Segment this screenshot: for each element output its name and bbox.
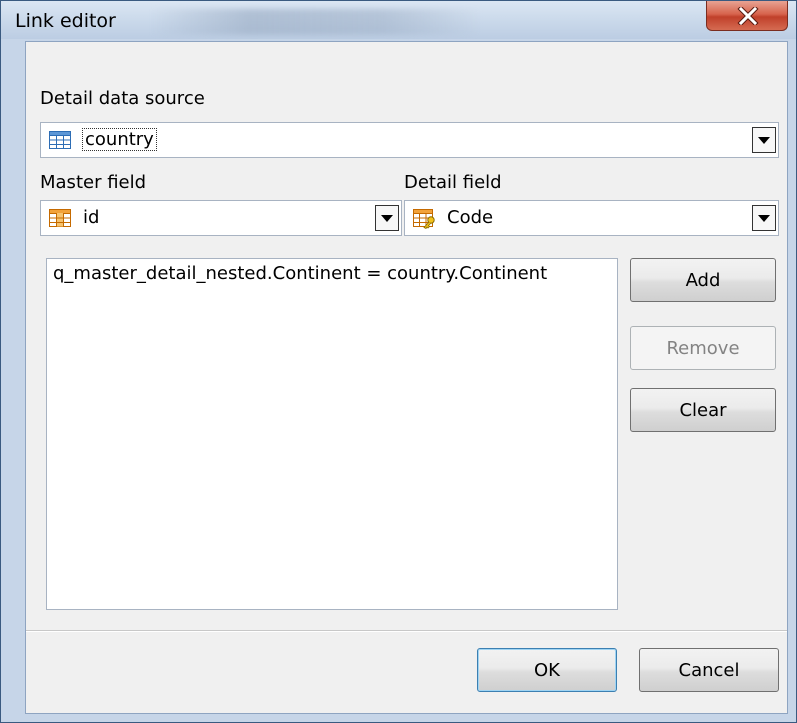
dialog-body: Detail data source country Master field [25,41,788,714]
footer-divider [26,630,787,631]
remove-button[interactable]: Remove [630,326,776,370]
chevron-down-icon [381,215,393,222]
detail-data-source-combobox[interactable]: country [40,122,779,158]
master-field-dropdown-button[interactable] [375,205,399,231]
window-title: Link editor [15,10,116,32]
detail-data-source-dropdown-button[interactable] [752,127,776,153]
detail-field-combobox[interactable]: Code [404,200,779,236]
link-editor-window: Link editor Detail data source country M… [0,0,797,723]
clear-button[interactable]: Clear [630,388,776,432]
add-button[interactable]: Add [630,258,776,302]
table-column-icon [49,209,71,232]
master-field-combobox[interactable]: id [40,200,402,236]
list-item[interactable]: q_master_detail_nested.Continent = count… [53,263,547,284]
cancel-button[interactable]: Cancel [639,648,779,692]
ok-button[interactable]: OK [477,648,617,692]
links-listbox[interactable]: q_master_detail_nested.Continent = count… [46,258,618,610]
detail-field-value: Code [447,207,494,228]
chevron-down-icon [758,137,770,144]
chevron-down-icon [758,215,770,222]
master-field-label: Master field [40,172,147,193]
detail-data-source-value: country [82,128,157,151]
close-icon [737,7,759,25]
detail-field-dropdown-button[interactable] [752,205,776,231]
key-field-icon [413,209,437,234]
table-icon [49,131,71,154]
detail-field-label: Detail field [404,172,502,193]
master-field-value: id [83,207,100,228]
title-bar[interactable]: Link editor [1,1,796,39]
detail-data-source-label: Detail data source [40,88,205,109]
close-button[interactable] [706,1,788,31]
title-bar-blur [151,9,481,35]
